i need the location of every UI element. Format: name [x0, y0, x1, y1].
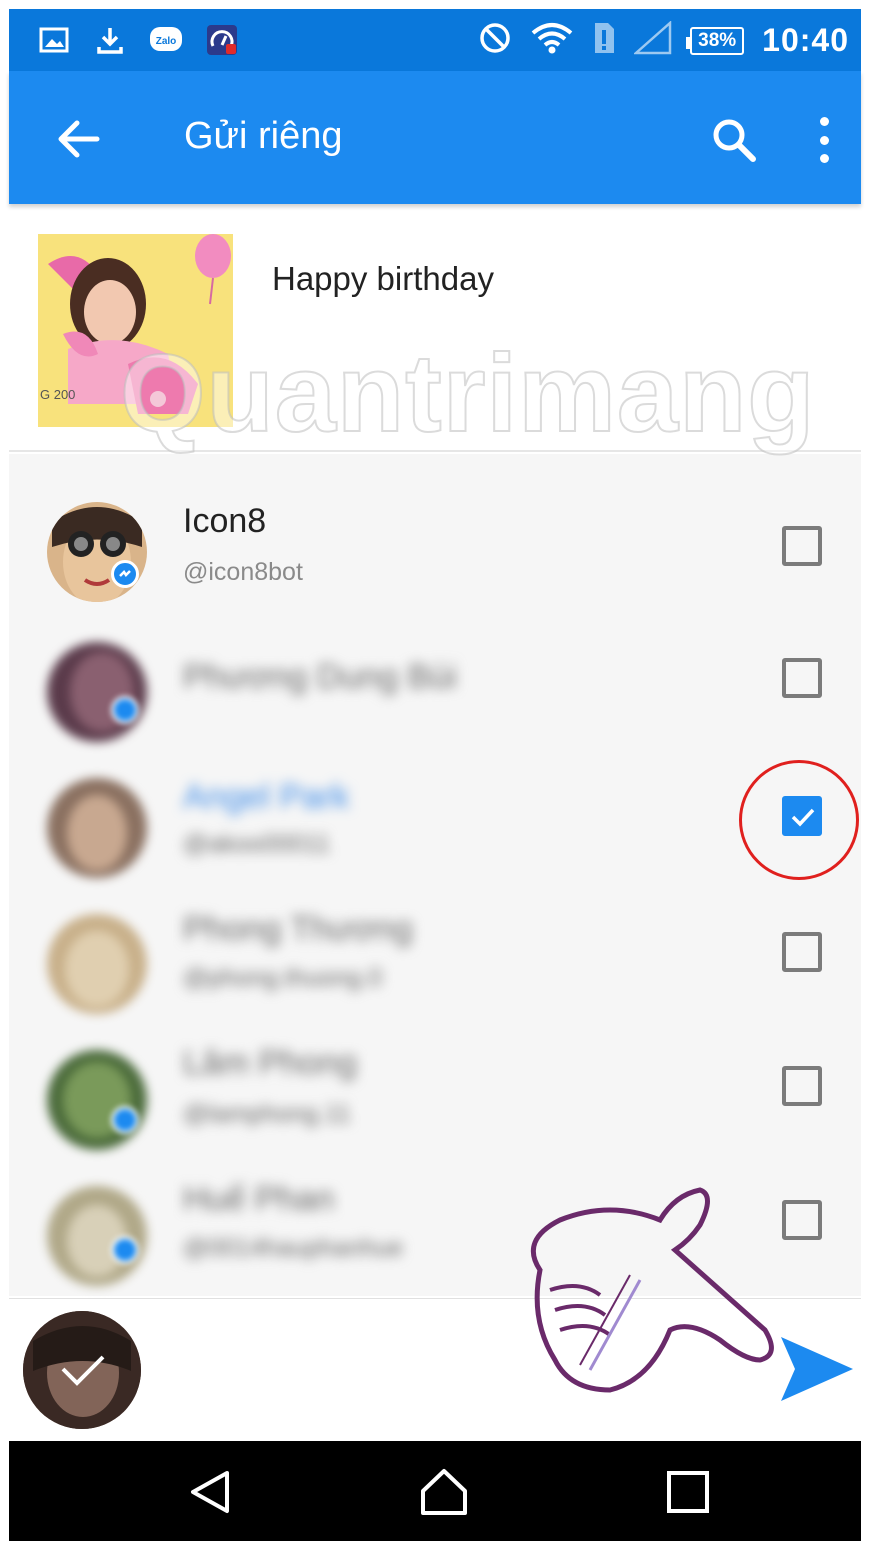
list-item[interactable]: Phong Thương @phong.thuong.0: [9, 890, 861, 1026]
list-item[interactable]: Icon8 @icon8bot: [9, 478, 861, 614]
download-icon: [93, 25, 127, 55]
contact-handle: @akoo00011: [183, 830, 331, 858]
avatar: [47, 914, 147, 1014]
more-vert-icon[interactable]: [809, 113, 839, 167]
select-checkbox[interactable]: [782, 1066, 822, 1106]
contact-name: Phương Dung Bùi: [183, 658, 457, 696]
status-bar: Zalo 38% 10:40: [9, 9, 861, 71]
zalo-icon: Zalo: [149, 25, 183, 55]
search-icon[interactable]: [709, 115, 759, 165]
home-icon[interactable]: [417, 1465, 471, 1519]
recents-icon[interactable]: [661, 1465, 715, 1519]
list-item[interactable]: Angel Park @akoo00011: [9, 754, 861, 890]
select-checkbox[interactable]: [782, 932, 822, 972]
contact-handle: @icon8bot: [183, 558, 303, 586]
clock: 10:40: [762, 22, 849, 58]
svg-text:G 200: G 200: [40, 387, 75, 402]
messenger-badge-icon: [111, 1106, 139, 1134]
contact-name: Huế Phan: [183, 1180, 335, 1218]
list-item[interactable]: Phương Dung Bùi: [9, 618, 861, 754]
page-title: Gửi riêng: [184, 115, 343, 157]
navigation-bar: [9, 1441, 861, 1541]
back-arrow-icon[interactable]: [53, 113, 105, 165]
pointing-hand-icon: [500, 1180, 800, 1410]
image-icon: [37, 25, 71, 55]
svg-text:Zalo: Zalo: [156, 36, 177, 47]
avatar: [47, 502, 147, 602]
contact-name: Lâm Phong: [183, 1044, 357, 1082]
avatar: [47, 1050, 147, 1150]
contact-handle: @0014hauphanhue: [183, 1234, 404, 1262]
avatar: [47, 642, 147, 742]
speed-icon: [205, 25, 239, 55]
select-checkbox[interactable]: [782, 526, 822, 566]
signal-icon: [632, 20, 672, 60]
selected-avatar[interactable]: [23, 1311, 141, 1429]
annotation-circle: [739, 760, 859, 880]
contact-handle: @phong.thuong.0: [183, 964, 383, 992]
wifi-icon: [530, 21, 574, 60]
contact-name: Icon8: [183, 502, 267, 540]
list-item[interactable]: Lâm Phong @lamphong.11: [9, 1026, 861, 1162]
app-bar: Gửi riêng: [9, 71, 861, 204]
messenger-badge-icon: [111, 1236, 139, 1264]
shared-title: Happy birthday: [272, 260, 494, 297]
back-triangle-icon[interactable]: [183, 1465, 237, 1519]
contact-handle: @lamphong.11: [183, 1100, 352, 1128]
watermark: Quantrimang: [119, 331, 816, 456]
no-disturb-icon: [478, 21, 512, 60]
contact-list: Icon8 @icon8bot Phương Dung Bùi Angel Pa…: [9, 454, 861, 1296]
avatar: [47, 1186, 147, 1286]
contact-name: Angel Park: [183, 778, 350, 816]
messenger-badge-icon: [111, 560, 139, 588]
select-checkbox[interactable]: [782, 658, 822, 698]
battery-indicator: 38%: [686, 26, 745, 55]
contact-name: Phong Thương: [183, 910, 413, 948]
avatar: [47, 778, 147, 878]
messenger-badge-icon: [111, 696, 139, 724]
sim-icon: [592, 21, 616, 60]
